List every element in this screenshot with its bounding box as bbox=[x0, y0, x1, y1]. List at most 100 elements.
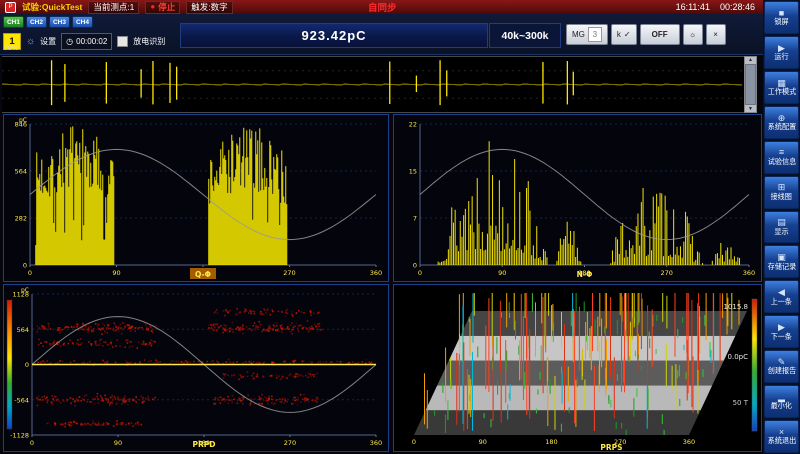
sidebar-item-8[interactable]: ◀上一条 bbox=[764, 280, 799, 313]
svg-text:PRPD: PRPD bbox=[193, 440, 216, 449]
mg-value: 3 bbox=[588, 27, 602, 42]
sidebar-item-label: 最小化 bbox=[771, 403, 792, 410]
svg-text:PRPS: PRPS bbox=[600, 443, 622, 451]
svg-text:15: 15 bbox=[409, 168, 417, 176]
sidebar-item-label: 创建报告 bbox=[767, 368, 796, 375]
sidebar-item-11[interactable]: ▂最小化 bbox=[764, 385, 799, 418]
prpd-chart[interactable]: 11285640-564-1128090180270360pCPRPD bbox=[4, 285, 388, 451]
mg-label: MG bbox=[572, 30, 585, 39]
toolbar-right-buttons: MG 3 k ✓ OFF ☼ × bbox=[566, 23, 726, 46]
gear-button[interactable]: ☼ bbox=[683, 24, 703, 45]
timer-value: 00:00:02 bbox=[76, 37, 107, 46]
close-icon: × bbox=[713, 30, 718, 39]
svg-text:0: 0 bbox=[413, 262, 417, 270]
toolbar: CH1CH2CH3CH4 1 ☼ 设置 ◷ 00:00:02 放电识别 923.… bbox=[0, 14, 763, 55]
off-button[interactable]: OFF bbox=[640, 24, 680, 45]
svg-text:90: 90 bbox=[479, 438, 487, 446]
current-point-box: 当前测点:1 bbox=[88, 1, 139, 14]
nphi-panel: 221570090180270360N-Φ bbox=[393, 114, 762, 282]
sidebar-item-label: 运行 bbox=[774, 53, 788, 60]
svg-text:180: 180 bbox=[545, 438, 557, 446]
svg-text:270: 270 bbox=[284, 439, 296, 447]
k-button[interactable]: k ✓ bbox=[611, 24, 637, 45]
sidebar-item-icon: ▶ bbox=[778, 323, 785, 332]
titlebar: P 试验:QuickTest 当前测点:1 ● 停止 触发:数字 自同步 16:… bbox=[0, 0, 763, 14]
mg-button[interactable]: MG 3 bbox=[566, 24, 608, 45]
svg-text:0: 0 bbox=[28, 269, 32, 277]
waveform-scrollbar[interactable]: ▲ ▼ bbox=[744, 56, 757, 113]
scrollbar-thumb[interactable] bbox=[745, 64, 756, 105]
sidebar-item-icon: ◀ bbox=[778, 288, 785, 297]
sidebar-item-2[interactable]: ▦工作模式 bbox=[764, 71, 799, 104]
svg-text:270: 270 bbox=[283, 269, 295, 277]
svg-text:Q-Φ: Q-Φ bbox=[195, 270, 211, 279]
time-waveform-chart bbox=[2, 57, 742, 112]
trigger-mode-box[interactable]: 触发:数字 bbox=[186, 1, 232, 14]
pd-analyzer-window: P 试验:QuickTest 当前测点:1 ● 停止 触发:数字 自同步 16:… bbox=[0, 0, 800, 454]
svg-text:0.0pC: 0.0pC bbox=[728, 353, 749, 361]
discharge-id-label: 放电识别 bbox=[133, 36, 165, 47]
sidebar-item-label: 工作模式 bbox=[767, 88, 796, 95]
sidebar-item-3[interactable]: ⊕系统配置 bbox=[764, 106, 799, 139]
svg-text:50 T: 50 T bbox=[733, 399, 749, 407]
svg-text:N-Φ: N-Φ bbox=[577, 270, 593, 279]
prps-chart[interactable]: 090180270360PRPS1015.80.0pC50 T bbox=[394, 285, 761, 451]
svg-text:90: 90 bbox=[112, 269, 120, 277]
svg-text:1015.8: 1015.8 bbox=[724, 303, 749, 311]
svg-text:pC: pC bbox=[19, 117, 27, 124]
scroll-up-icon[interactable]: ▲ bbox=[748, 57, 753, 63]
qphi-chart[interactable]: 8465642820090180270360pCQ-Φ bbox=[4, 115, 388, 281]
nphi-chart[interactable]: 221570090180270360N-Φ bbox=[394, 115, 761, 281]
sidebar: ■锁屏▶运行▦工作模式⊕系统配置≡试验信息⊞接线图▤显示▣存储记录◀上一条▶下一… bbox=[763, 0, 800, 454]
sidebar-item-5[interactable]: ⊞接线图 bbox=[764, 176, 799, 209]
band-filter-box[interactable]: 40k~300k bbox=[489, 23, 561, 48]
channel-button-1[interactable]: CH1 bbox=[3, 16, 24, 28]
app-logo-icon: P bbox=[5, 2, 16, 13]
stop-indicator[interactable]: ● 停止 bbox=[145, 1, 180, 14]
sidebar-item-label: 显示 bbox=[774, 228, 788, 235]
svg-text:-1128: -1128 bbox=[10, 432, 29, 440]
sidebar-item-label: 系统配置 bbox=[767, 123, 796, 130]
svg-text:282: 282 bbox=[15, 215, 27, 223]
sidebar-item-4[interactable]: ≡试验信息 bbox=[764, 141, 799, 174]
close-button[interactable]: × bbox=[706, 24, 726, 45]
sidebar-item-label: 试验信息 bbox=[767, 158, 796, 165]
timer-icon: ◷ bbox=[66, 37, 73, 46]
settings-label[interactable]: 设置 bbox=[40, 36, 56, 47]
scroll-down-icon[interactable]: ▼ bbox=[748, 106, 753, 112]
time-waveform-strip bbox=[2, 56, 744, 113]
k-check-icon: ✓ bbox=[624, 30, 631, 39]
svg-text:0: 0 bbox=[418, 269, 422, 277]
sidebar-item-6[interactable]: ▤显示 bbox=[764, 211, 799, 244]
channel-buttons: CH1CH2CH3CH4 bbox=[3, 16, 93, 28]
sidebar-item-0[interactable]: ■锁屏 bbox=[764, 1, 799, 34]
record-dot-icon: ● bbox=[150, 3, 155, 11]
channel-button-3[interactable]: CH3 bbox=[49, 16, 70, 28]
sidebar-item-1[interactable]: ▶运行 bbox=[764, 36, 799, 69]
sidebar-item-10[interactable]: ✎创建报告 bbox=[764, 350, 799, 383]
timer-box: ◷ 00:00:02 bbox=[61, 33, 112, 50]
sidebar-item-12[interactable]: ×系统退出 bbox=[764, 420, 799, 453]
svg-text:360: 360 bbox=[683, 438, 695, 446]
svg-text:7: 7 bbox=[413, 215, 417, 223]
prps-panel: 090180270360PRPS1015.80.0pC50 T bbox=[393, 284, 762, 452]
k-label: k bbox=[617, 30, 621, 39]
svg-text:0: 0 bbox=[412, 438, 416, 446]
qphi-panel: 8465642820090180270360pCQ-Φ bbox=[3, 114, 389, 282]
prpd-panel: 11285640-564-1128090180270360pCPRPD bbox=[3, 284, 389, 452]
svg-text:564: 564 bbox=[15, 168, 27, 176]
discharge-id-checkbox[interactable] bbox=[117, 36, 128, 47]
elapsed-time: 00:28:46 bbox=[720, 2, 755, 12]
settings-gear-icon[interactable]: ☼ bbox=[26, 36, 35, 47]
svg-text:360: 360 bbox=[743, 269, 755, 277]
channel-button-2[interactable]: CH2 bbox=[26, 16, 47, 28]
channel-button-4[interactable]: CH4 bbox=[72, 16, 93, 28]
svg-text:360: 360 bbox=[370, 439, 382, 447]
sidebar-item-9[interactable]: ▶下一条 bbox=[764, 315, 799, 348]
sidebar-item-label: 接线图 bbox=[771, 193, 792, 200]
clock-area: 16:11:41 00:28:46 bbox=[676, 2, 755, 12]
sidebar-item-7[interactable]: ▣存储记录 bbox=[764, 245, 799, 278]
svg-text:360: 360 bbox=[370, 269, 382, 277]
main-reading: 923.42pC bbox=[180, 23, 488, 48]
sidebar-item-label: 存储记录 bbox=[767, 263, 796, 270]
